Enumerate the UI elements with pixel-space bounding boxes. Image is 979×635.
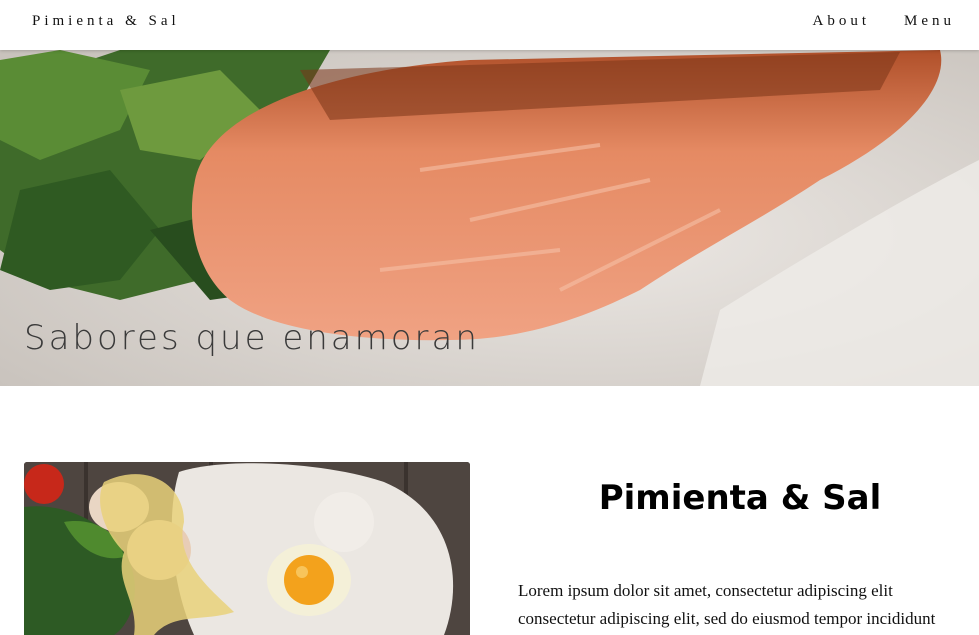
nav-link-about[interactable]: About	[813, 13, 871, 30]
brand-link[interactable]: Pimienta & Sal	[32, 13, 180, 30]
hero-banner: Sabores que enamoran	[0, 50, 979, 386]
hero-caption: Sabores que enamoran	[24, 318, 480, 358]
nav-link-menu[interactable]: Menu	[904, 13, 955, 30]
ingredients-photo	[24, 462, 470, 635]
section-title: Pimienta & Sal	[598, 478, 882, 518]
section-paragraph: Lorem ipsum dolor sit amet, consectetur …	[518, 577, 963, 633]
top-navbar: Pimienta & Sal About Menu	[0, 0, 979, 50]
paragraph-line: consectetur adipiscing elit, sed do eius…	[518, 609, 936, 628]
main-nav: About Menu	[813, 13, 956, 30]
ingredients-image	[24, 462, 470, 635]
paragraph-line: Lorem ipsum dolor sit amet, consectetur …	[518, 581, 893, 600]
